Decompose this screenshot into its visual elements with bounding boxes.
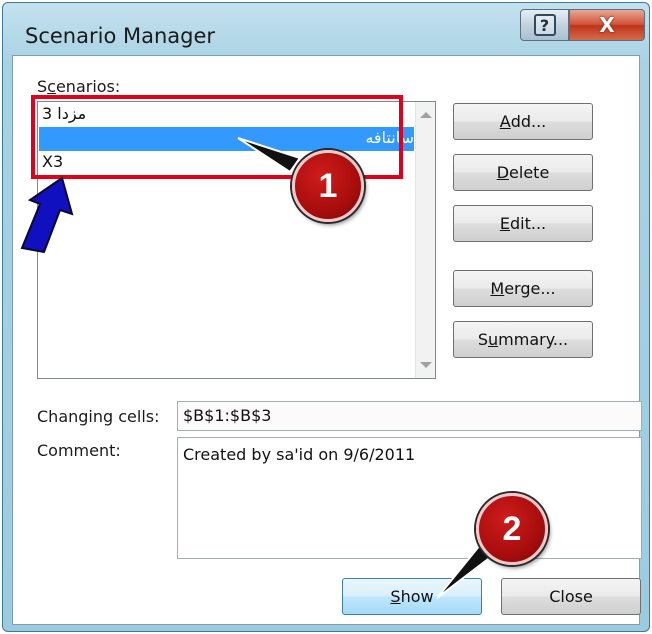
listbox-scrollbar[interactable] <box>415 102 435 378</box>
show-button[interactable]: Show <box>342 578 482 615</box>
scroll-up-arrow-icon[interactable] <box>420 112 432 118</box>
changing-cells-field: $B$1:$B$3 <box>177 401 642 431</box>
scenarios-label: Scenarios: <box>37 77 121 96</box>
scenario-item-selected[interactable]: سانتافه <box>39 127 414 151</box>
scroll-down-arrow-icon[interactable] <box>420 362 432 368</box>
annotation-badge-2: 2 <box>476 493 548 565</box>
scenario-item[interactable]: مزدا 3 <box>39 103 414 127</box>
comment-label: Comment: <box>37 441 121 460</box>
scenario-list: مزدا 3 سانتافه X3 <box>39 103 414 175</box>
close-icon: X <box>599 13 615 37</box>
scenario-manager-window: Scenario Manager ? X Scenarios: مزدا 3 س… <box>2 2 650 632</box>
title-bar[interactable]: Scenario Manager ? X <box>3 3 649 55</box>
help-icon: ? <box>533 14 556 36</box>
scenarios-listbox[interactable]: مزدا 3 سانتافه X3 <box>37 101 436 379</box>
annotation-badge-1: 1 <box>292 150 364 222</box>
changing-cells-label: Changing cells: <box>37 407 160 426</box>
window-title: Scenario Manager <box>25 24 216 48</box>
help-button[interactable]: ? <box>520 9 569 41</box>
comment-field: Created by sa'id on 9/6/2011 <box>177 437 642 559</box>
close-button[interactable]: Close <box>501 578 641 615</box>
delete-button[interactable]: Delete <box>453 154 593 191</box>
merge-button[interactable]: Merge... <box>453 270 593 307</box>
edit-button[interactable]: Edit... <box>453 205 593 242</box>
summary-button[interactable]: Su mmary... <box>453 321 593 358</box>
window-close-button[interactable]: X <box>569 9 645 41</box>
add-button[interactable]: Add... <box>453 103 593 140</box>
